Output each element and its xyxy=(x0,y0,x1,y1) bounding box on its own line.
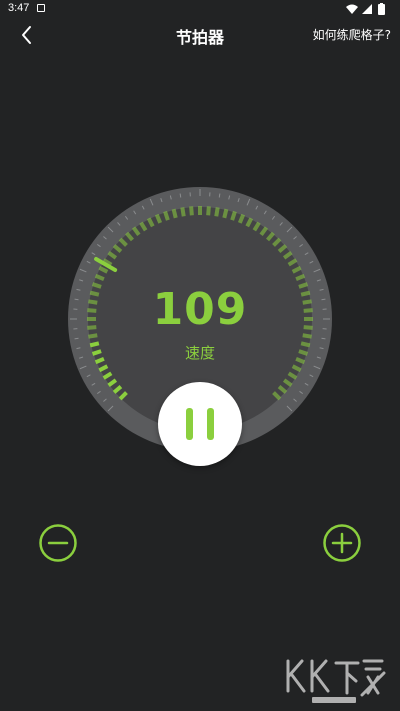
dial-tick xyxy=(321,337,326,340)
battery-icon xyxy=(378,3,385,15)
watermark-logo xyxy=(286,659,386,703)
status-time: 3:47 xyxy=(8,2,30,14)
help-link[interactable]: 如何练爬格子? xyxy=(313,26,391,43)
dial-segment xyxy=(302,333,312,339)
header: 节拍器 如何练爬格子? xyxy=(0,18,400,52)
plus-icon xyxy=(331,532,353,554)
dial-tick xyxy=(179,193,182,198)
dial-segment xyxy=(88,333,98,339)
pause-icon xyxy=(186,408,193,440)
decrease-tempo-button[interactable] xyxy=(38,523,78,563)
status-icons xyxy=(346,3,385,15)
dial-segment xyxy=(180,207,186,217)
dial-segment xyxy=(230,210,237,221)
chevron-left-icon[interactable] xyxy=(14,22,40,48)
notification-icon xyxy=(37,4,45,12)
pause-icon-bar xyxy=(207,408,214,440)
increase-tempo-button[interactable] xyxy=(322,523,362,563)
dial-segment xyxy=(163,210,170,221)
status-bar: 3:47 xyxy=(0,0,400,18)
wifi-icon xyxy=(346,4,358,14)
dial-tick xyxy=(218,193,221,198)
dial-segment xyxy=(189,206,194,216)
dial-segment xyxy=(206,206,211,216)
dial-segment xyxy=(222,208,229,219)
pause-button[interactable] xyxy=(158,382,242,466)
bpm-value: 109 xyxy=(152,284,248,335)
dial-segment xyxy=(214,207,220,217)
dial-tick xyxy=(74,337,79,340)
signal-icon xyxy=(362,4,372,14)
dial-segment xyxy=(171,208,178,219)
bpm-label: 速度 xyxy=(184,344,215,362)
